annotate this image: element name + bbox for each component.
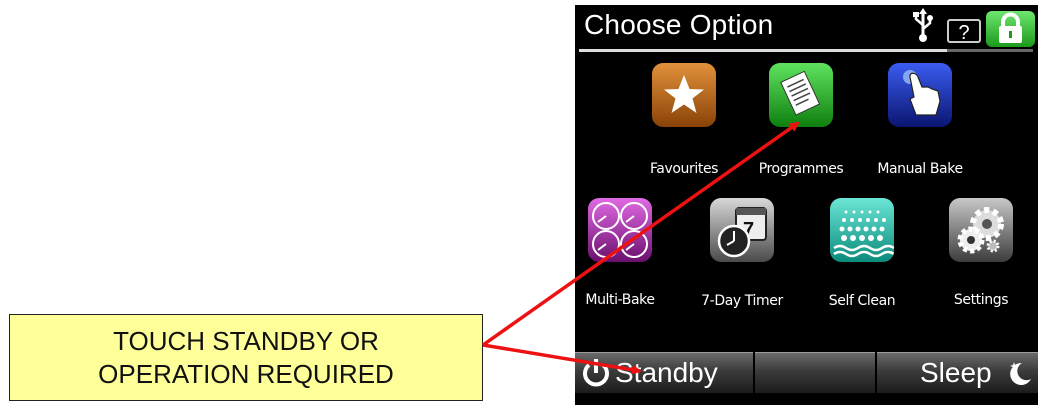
title-underline — [579, 49, 947, 52]
instruction-callout: TOUCH STANDBY OR OPERATION REQUIRED — [9, 314, 483, 401]
standby-label: Standby — [615, 357, 718, 388]
manual-bake-label: Manual Bake — [877, 161, 963, 177]
favourites-label: Favourites — [649, 161, 719, 177]
bottom-bar-empty-segment — [755, 352, 875, 393]
seven-day-timer-button[interactable]: 7 — [710, 198, 774, 262]
settings-label: Settings — [953, 292, 1009, 308]
multi-gauge-icon — [592, 202, 648, 258]
moon-icon — [1010, 362, 1031, 385]
water-icon — [833, 210, 894, 258]
favourites-button[interactable] — [652, 63, 716, 127]
manual-bake-button[interactable] — [888, 63, 952, 127]
callout-line-2: OPERATION REQUIRED — [98, 358, 394, 389]
seven-day-timer-label: 7-Day Timer — [701, 293, 783, 309]
multi-bake-label: Multi-Bake — [585, 292, 655, 308]
lock-icon — [999, 12, 1022, 43]
programmes-label: Programmes — [758, 161, 844, 177]
lock-button[interactable] — [986, 11, 1035, 47]
callout-line-1: TOUCH STANDBY OR — [113, 325, 379, 356]
screen-title: Choose Option — [584, 9, 774, 40]
programmes-button[interactable] — [769, 63, 833, 127]
bottom-bar: Standby Sleep — [575, 352, 1038, 393]
star-icon — [664, 75, 704, 113]
multi-bake-button[interactable] — [588, 198, 652, 262]
sleep-label: Sleep — [920, 357, 992, 388]
power-icon — [583, 359, 609, 387]
help-button[interactable]: ? — [947, 19, 981, 44]
self-clean-label: Self Clean — [828, 293, 896, 309]
gears-icon — [957, 207, 1004, 254]
standby-button[interactable]: Standby — [575, 352, 753, 393]
document-icon — [780, 70, 821, 116]
hand-pointer-icon — [903, 70, 941, 116]
settings-button[interactable] — [949, 198, 1013, 262]
calendar-clock-icon: 7 — [717, 207, 767, 258]
oven-touch-screen: Choose Option ? Favourites Programmes Ma… — [575, 5, 1038, 405]
sleep-button[interactable]: Sleep — [877, 352, 1038, 393]
self-clean-button[interactable] — [830, 198, 894, 262]
title-underline-dark — [947, 49, 1033, 52]
usb-icon — [913, 8, 933, 42]
